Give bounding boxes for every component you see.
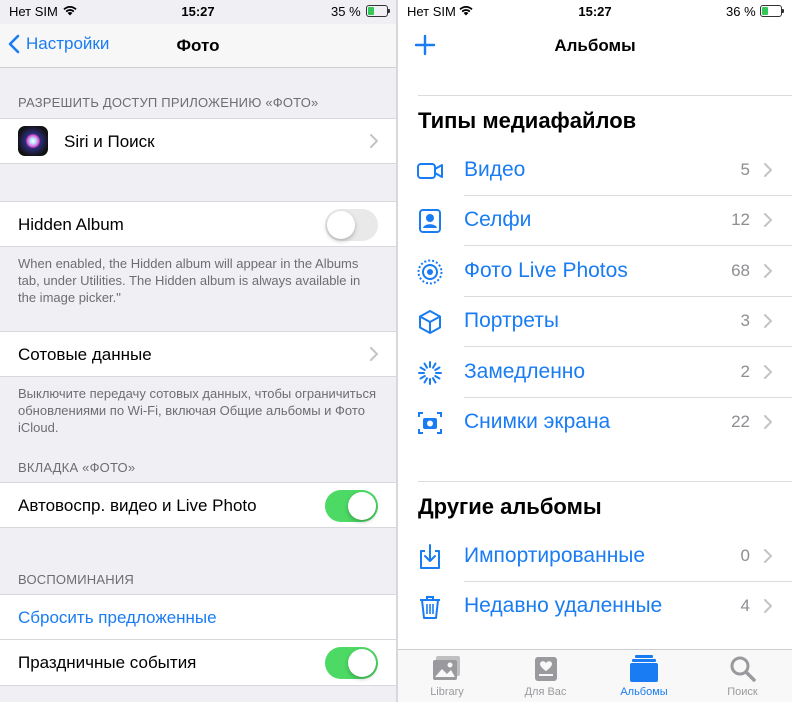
section-header-photos-tab: ВКЛАДКА «ФОТО»	[18, 460, 136, 475]
battery-fill	[368, 7, 375, 15]
album-label: Недавно удаленные	[464, 594, 663, 618]
autoplay-label: Автовоспр. видео и Live Photo	[18, 496, 257, 515]
battery-icon	[760, 5, 784, 17]
chevron-right-icon	[764, 263, 772, 278]
tab-label: Альбомы	[620, 686, 668, 698]
album-row[interactable]: Импортированные 0	[398, 532, 792, 582]
media-types-header: Типы медиафайлов	[418, 108, 637, 133]
status-bar: Нет SIM 15:27 36 %	[398, 0, 792, 24]
section-header-allow-access: РАЗРЕШИТЬ ДОСТУП ПРИЛОЖЕНИЮ «ФОТО»	[18, 95, 319, 110]
cellular-data-note: Выключите передачу сотовых данных, чтобы…	[18, 386, 377, 435]
status-bar: Нет SIM 15:27 35 %	[0, 0, 396, 24]
album-label: Фото Live Photos	[464, 258, 628, 282]
tab-label: Для Вас	[524, 686, 567, 698]
chevron-right-icon	[370, 347, 378, 361]
hidden-album-label: Hidden Album	[18, 215, 124, 234]
chevron-right-icon	[764, 314, 772, 329]
cellular-data-label: Сотовые данные	[18, 345, 152, 364]
holiday-events-row: Праздничные события	[0, 640, 396, 686]
album-row[interactable]: Видео 5	[398, 146, 792, 196]
album-row[interactable]: Селфи 12	[398, 196, 792, 247]
siri-search-label: Siri и Поиск	[64, 132, 155, 151]
tab-label: Library	[430, 686, 464, 698]
album-label: Замедленно	[464, 359, 586, 383]
chevron-right-icon	[764, 213, 772, 228]
settings-photos-screen: Нет SIM 15:27 35 % Настройки Фото РАЗРЕШ…	[0, 0, 396, 702]
albums-screen: Нет SIM 15:27 36 % Альбомы Типы медиафай…	[398, 0, 792, 702]
import-icon	[416, 543, 444, 571]
chevron-right-icon	[764, 415, 772, 429]
screenshot-icon	[416, 409, 444, 437]
holiday-events-toggle[interactable]	[325, 647, 378, 679]
siri-icon	[18, 126, 48, 156]
album-row[interactable]: Фото Live Photos 68	[398, 247, 792, 297]
tab-bar: Library Для Вас Альбомы Поиск	[398, 649, 792, 702]
chevron-right-icon	[764, 549, 772, 563]
for-you-icon	[497, 654, 595, 684]
chevron-right-icon	[370, 134, 378, 148]
hidden-album-toggle[interactable]	[325, 209, 378, 241]
holiday-events-label: Праздничные события	[18, 653, 197, 672]
separator	[418, 481, 792, 482]
chevron-right-icon	[764, 364, 772, 379]
album-label: Снимки экрана	[464, 410, 611, 433]
album-count: 68	[731, 260, 750, 280]
reset-suggested-link[interactable]: Сбросить предложенные	[18, 608, 217, 628]
album-count: 3	[740, 311, 750, 331]
tab-albums[interactable]: Альбомы	[595, 654, 693, 698]
hidden-album-row: Hidden Album	[0, 201, 396, 247]
autoplay-row: Автовоспр. видео и Live Photo	[0, 482, 396, 528]
cellular-data-row[interactable]: Сотовые данные	[0, 331, 396, 377]
page-title: Фото	[176, 36, 220, 55]
album-count: 5	[740, 160, 750, 179]
album-row[interactable]: Замедленно 2	[398, 348, 792, 398]
album-row[interactable]: Портреты 3	[398, 297, 792, 348]
battery-icon	[366, 5, 390, 17]
album-row[interactable]: Снимки экрана 22	[398, 398, 792, 448]
search-icon	[694, 654, 792, 684]
album-count: 0	[740, 546, 750, 565]
album-count: 12	[731, 210, 750, 230]
battery-fill	[762, 7, 769, 15]
trash-icon	[416, 593, 444, 621]
video-icon	[416, 157, 444, 185]
autoplay-toggle[interactable]	[325, 490, 378, 522]
reset-suggested-row[interactable]: Сбросить предложенные	[0, 594, 396, 640]
album-label: Селфи	[464, 208, 532, 232]
album-label: Импортированные	[464, 544, 646, 567]
page-title: Альбомы	[554, 36, 636, 55]
battery-percent: 36 %	[726, 4, 756, 19]
album-count: 22	[731, 412, 750, 431]
nav-bar: Альбомы	[398, 24, 792, 68]
portrait-cube-icon	[416, 308, 444, 336]
tab-search[interactable]: Поиск	[694, 654, 792, 698]
tab-for-you[interactable]: Для Вас	[497, 654, 595, 698]
album-label: Видео	[464, 158, 526, 181]
chevron-right-icon	[764, 599, 772, 614]
tab-library[interactable]: Library	[398, 654, 496, 698]
nav-bar: Настройки Фото	[0, 24, 396, 68]
album-count: 2	[740, 361, 750, 381]
hidden-album-note: When enabled, the Hidden album will appe…	[18, 256, 361, 305]
section-header-memories: ВОСПОМИНАНИЯ	[18, 572, 134, 587]
album-count: 4	[740, 596, 750, 616]
live-photo-icon	[416, 258, 444, 286]
album-row[interactable]: Недавно удаленные 4	[398, 582, 792, 632]
separator	[418, 95, 792, 96]
other-albums-header: Другие альбомы	[418, 494, 602, 519]
selfie-icon	[416, 207, 444, 235]
album-label: Портреты	[464, 309, 559, 333]
battery-percent: 35 %	[331, 4, 361, 19]
siri-search-row[interactable]: Siri и Поиск	[0, 118, 396, 164]
slow-motion-icon	[416, 359, 444, 387]
tab-label: Поиск	[727, 686, 758, 698]
chevron-right-icon	[764, 163, 772, 177]
albums-icon	[595, 654, 693, 684]
library-icon	[398, 654, 496, 684]
